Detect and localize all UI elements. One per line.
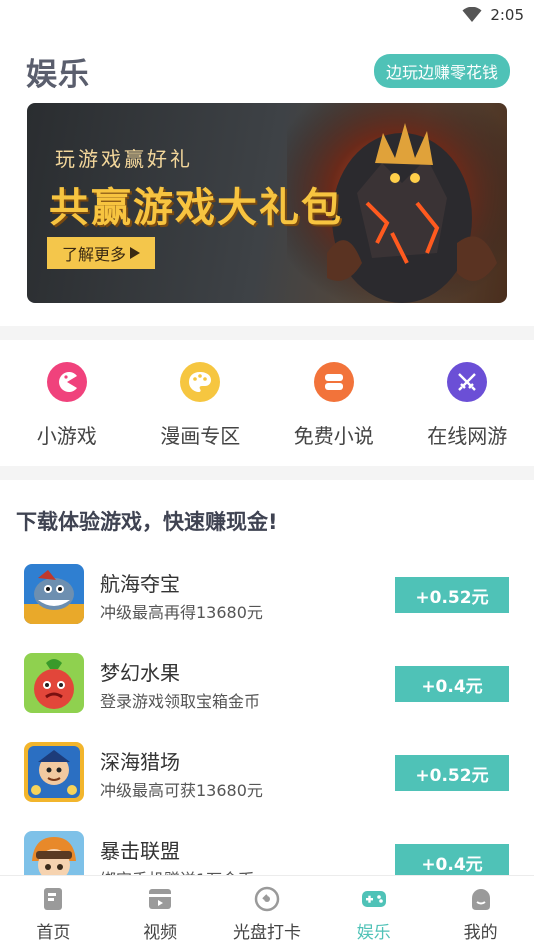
quick-nav: 小游戏 漫画专区 免费小说 在线网游 [0, 340, 534, 466]
game-row[interactable]: 航海夺宝 冲级最高再得13680元 +0.52元 [0, 555, 534, 644]
tab-label: 我的 [463, 923, 498, 943]
quick-nav-label: 在线网游 [427, 424, 508, 448]
deep-sea-hunter-icon [24, 742, 84, 802]
banner-headline: 共赢游戏大礼包 [49, 185, 343, 231]
quick-nav-mini-games[interactable]: 小游戏 [0, 340, 134, 466]
quick-nav-online-games[interactable]: 在线网游 [401, 340, 534, 466]
crossed-swords-icon [447, 362, 488, 402]
status-bar: 2:05 [0, 0, 534, 30]
tab-mine[interactable]: 我的 [427, 876, 534, 949]
quick-nav-comics[interactable]: 漫画专区 [134, 340, 268, 466]
quick-nav-label: 免费小说 [293, 424, 374, 448]
tab-video[interactable]: 视频 [107, 876, 214, 949]
tab-label: 光盘打卡 [232, 923, 301, 943]
video-icon [149, 889, 172, 909]
status-time: 2:05 [490, 6, 524, 24]
game-desc: 冲级最高可获13680元 [100, 781, 263, 800]
section-divider [0, 466, 534, 480]
tab-disc-checkin[interactable]: 光盘打卡 [214, 876, 321, 949]
promo-banner[interactable]: 玩游戏赢好礼 共赢游戏大礼包 了解更多 [27, 103, 507, 303]
page-header: 娱乐 边玩边赚零花钱 [26, 48, 510, 94]
wifi-icon [462, 7, 482, 22]
game-desc: 冲级最高再得13680元 [100, 603, 263, 622]
reward-button[interactable]: +0.52元 [395, 755, 509, 791]
disc-icon [254, 886, 280, 912]
earn-pill-button[interactable]: 边玩边赚零花钱 [373, 54, 510, 88]
game-name: 暴击联盟 [100, 839, 180, 863]
reward-button[interactable]: +0.52元 [395, 577, 509, 613]
tab-home[interactable]: 首页 [0, 876, 107, 949]
tab-label: 视频 [143, 923, 178, 943]
home-doc-icon [44, 888, 63, 910]
game-name: 航海夺宝 [100, 572, 180, 596]
quick-nav-label: 漫画专区 [160, 424, 241, 448]
palette-icon [180, 362, 221, 402]
tab-entertainment[interactable]: 娱乐 [320, 876, 427, 949]
bottom-tab-bar: 首页 视频 光盘打卡 娱乐 我的 [0, 875, 534, 949]
banner-subtitle: 玩游戏赢好礼 [55, 147, 193, 171]
tab-label: 首页 [36, 923, 71, 943]
learn-more-button[interactable]: 了解更多 [47, 237, 155, 269]
learn-more-label: 了解更多 [61, 245, 126, 264]
reward-button[interactable]: +0.4元 [395, 666, 509, 702]
tab-label: 娱乐 [356, 923, 391, 943]
shark-pirate-icon [24, 564, 84, 624]
quick-nav-label: 小游戏 [36, 424, 97, 448]
game-row[interactable]: 深海猎场 冲级最高可获13680元 +0.52元 [0, 733, 534, 822]
pacman-icon [46, 362, 87, 402]
game-row[interactable]: 梦幻水果 登录游戏领取宝箱金币 +0.4元 [0, 644, 534, 733]
book-icon [313, 362, 354, 402]
section-divider [0, 326, 534, 340]
game-desc: 登录游戏领取宝箱金币 [100, 692, 261, 711]
gamepad-icon [361, 891, 386, 907]
game-list: 航海夺宝 冲级最高再得13680元 +0.52元 梦幻水果 登录游戏领取宝箱金币… [0, 555, 534, 911]
game-name: 梦幻水果 [100, 661, 180, 685]
quick-nav-novels[interactable]: 免费小说 [267, 340, 401, 466]
fruit-monster-icon [24, 653, 84, 713]
page-title: 娱乐 [26, 56, 90, 93]
profile-icon [471, 889, 490, 910]
section-title: 下载体验游戏，快速赚现金! [16, 510, 278, 534]
play-arrow-icon [130, 247, 140, 259]
game-name: 深海猎场 [100, 750, 180, 774]
